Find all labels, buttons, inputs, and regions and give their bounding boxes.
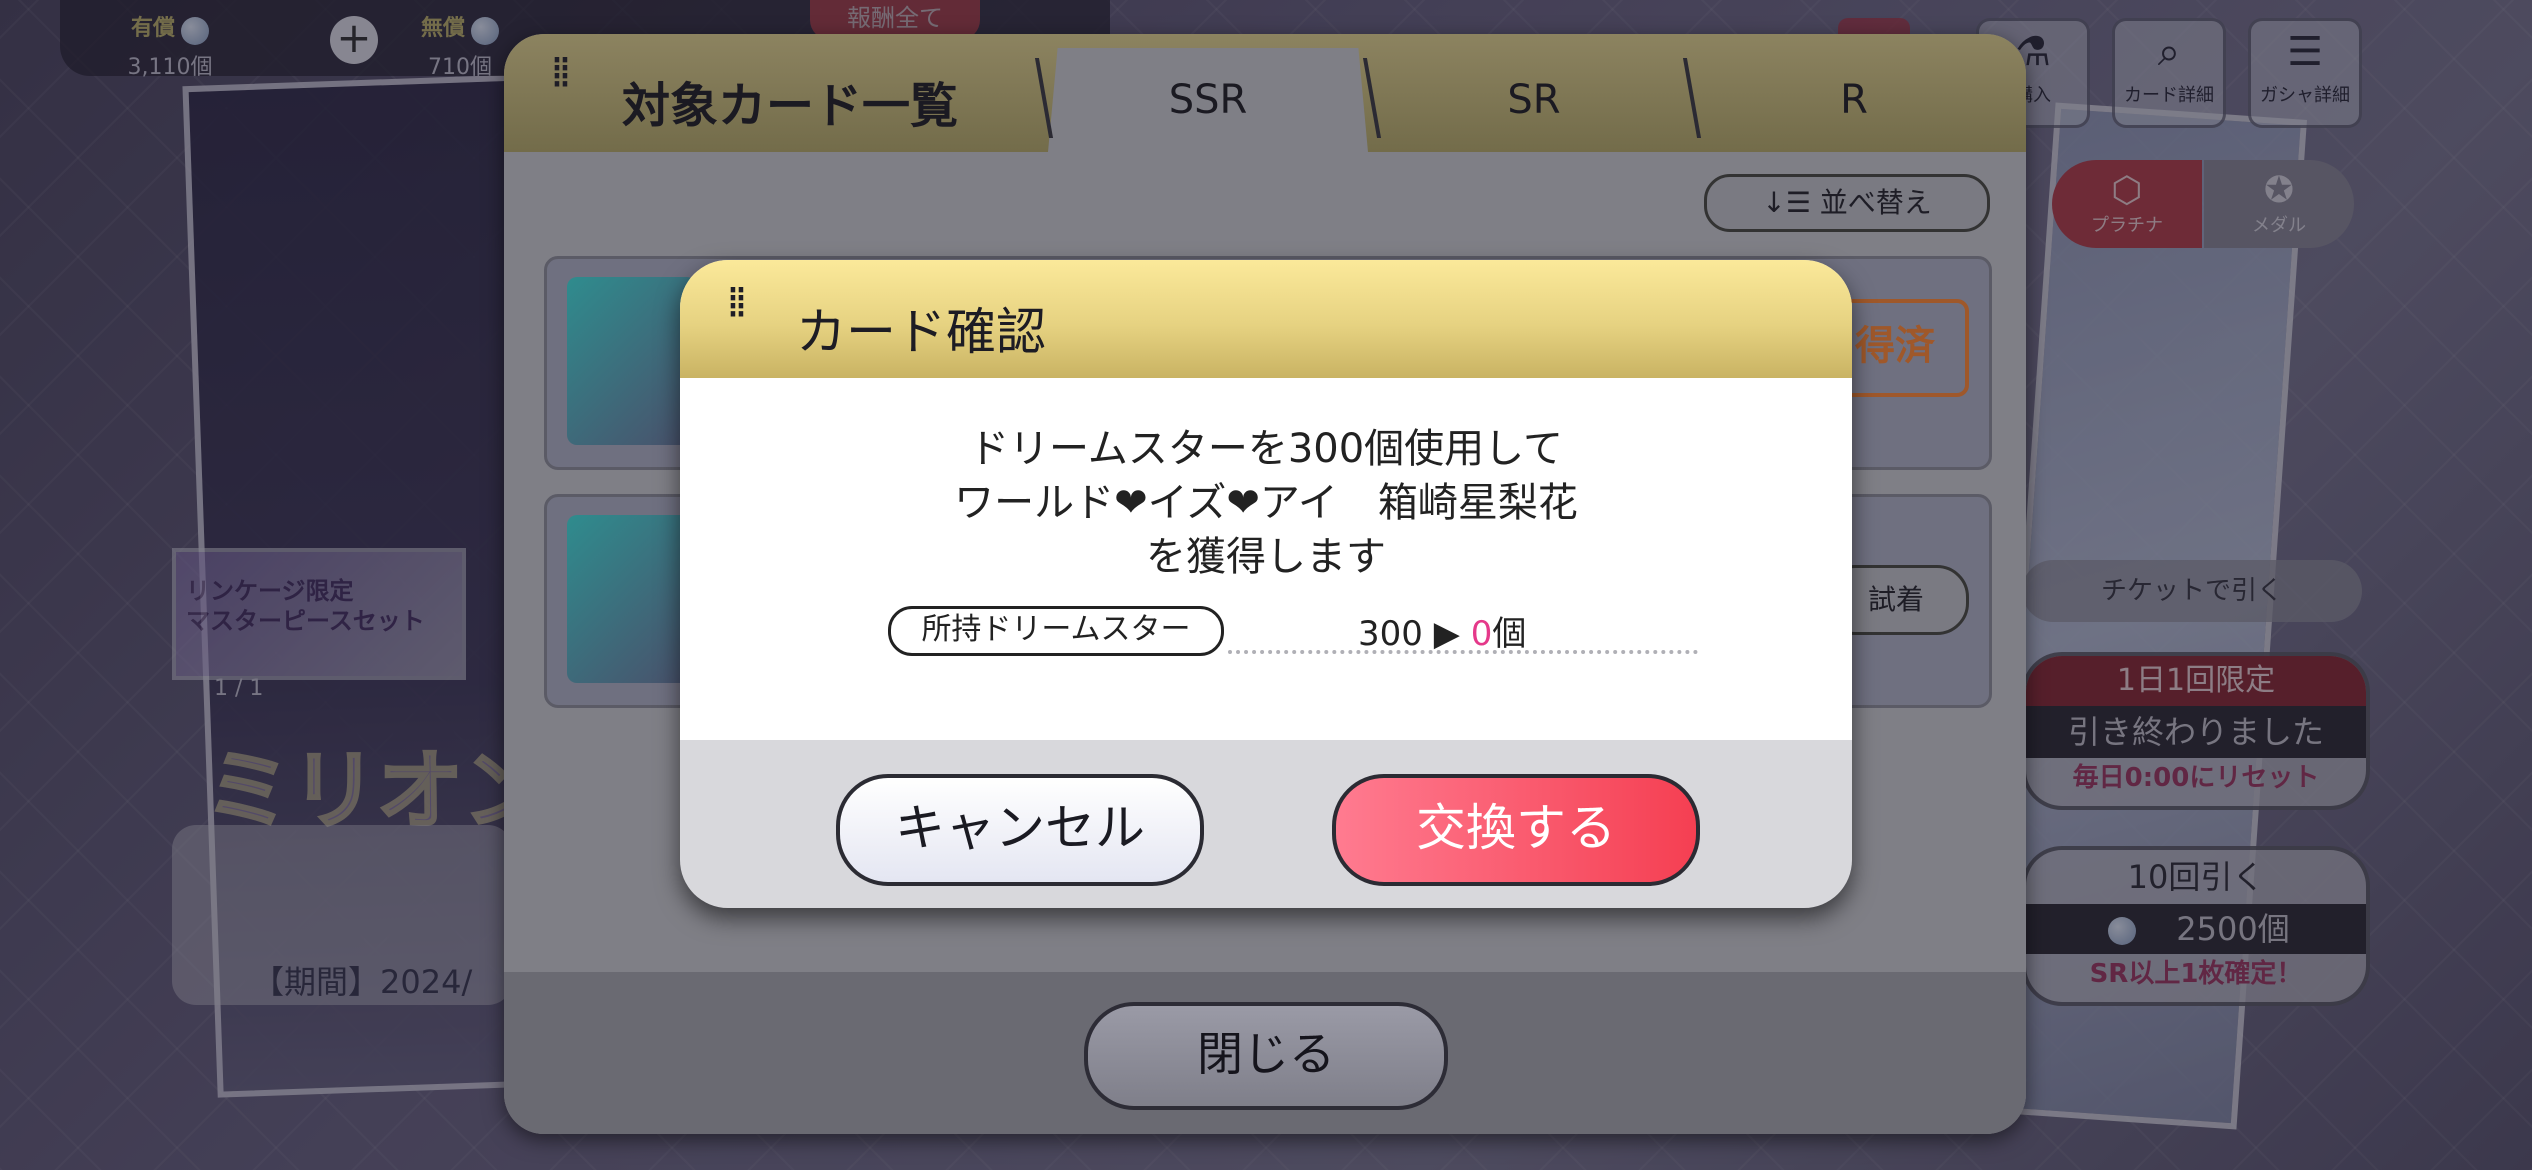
owned-dreamstar-value: 300 ▶ 0個 — [1358, 606, 1526, 655]
tab-sr[interactable]: SR — [1374, 48, 1694, 152]
tab-divider — [1034, 58, 1054, 138]
sort-button[interactable]: ↓☰ 並べ替え — [1704, 174, 1990, 232]
owned-after: 0 — [1470, 614, 1493, 654]
message-line-2: ワールド❤イズ❤アイ 箱崎星梨花 — [954, 480, 1578, 526]
message-line-3: を獲得します — [1146, 534, 1386, 580]
grip-icon: ⁞⁞ — [726, 277, 748, 328]
dialog-header: ⁞⁞ カード確認 — [680, 260, 1852, 378]
sort-label: 並べ替え — [1819, 186, 1932, 219]
owned-before: 300 — [1358, 614, 1423, 654]
tab-ssr[interactable]: SSR — [1048, 48, 1368, 152]
owned-dreamstar-label: 所持ドリームスター — [888, 606, 1224, 656]
panel-title: 対象カード一覧 — [622, 78, 959, 134]
exchange-button[interactable]: 交換する — [1332, 774, 1700, 886]
dialog-body: ドリームスターを300個使用して ワールド❤イズ❤アイ 箱崎星梨花 を獲得します… — [680, 378, 1852, 740]
close-button[interactable]: 閉じる — [1084, 1002, 1448, 1110]
arrow-icon: ▶ — [1433, 614, 1460, 654]
tab-r[interactable]: R — [1694, 48, 2014, 152]
sort-icon: ↓☰ — [1762, 186, 1820, 219]
panel-header: ⁞⁞ 対象カード一覧 SSR SR R — [504, 34, 2026, 152]
cancel-button[interactable]: キャンセル — [836, 774, 1204, 886]
card-thumbnail[interactable] — [567, 277, 697, 445]
unit: 個 — [1492, 614, 1527, 654]
grip-icon: ⁞⁞ — [550, 47, 572, 98]
dialog-title: カード確認 — [796, 303, 1046, 361]
message-line-1: ドリームスターを300個使用して — [969, 426, 1563, 472]
card-thumbnail[interactable] — [567, 515, 697, 683]
card-confirm-dialog: ⁞⁞ カード確認 ドリームスターを300個使用して ワールド❤イズ❤アイ 箱崎星… — [680, 260, 1852, 908]
